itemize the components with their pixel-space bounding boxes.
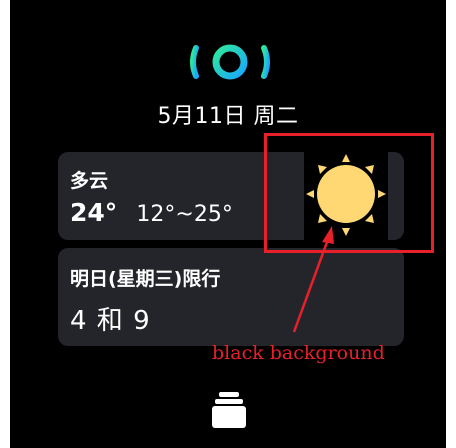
card-stack-icon[interactable] xyxy=(211,388,247,432)
annotation-arrow-icon xyxy=(292,226,334,333)
weather-condition: 多云 xyxy=(70,170,109,192)
date-label: 5月11日 周二 xyxy=(157,104,299,129)
traffic-limit-card[interactable]: 明日(星期三)限行 4 和 9 xyxy=(58,248,404,346)
temperature-range: 12°~25° xyxy=(136,202,233,227)
current-temperature: 24° xyxy=(70,198,118,227)
annotation-label: black background xyxy=(212,342,385,364)
weather-temperature-row: 24° 12°~25° xyxy=(70,198,233,227)
traffic-limit-title: 明日(星期三)限行 xyxy=(70,268,221,290)
app-logo-icon xyxy=(190,44,270,80)
traffic-limit-numbers: 4 和 9 xyxy=(70,306,150,336)
